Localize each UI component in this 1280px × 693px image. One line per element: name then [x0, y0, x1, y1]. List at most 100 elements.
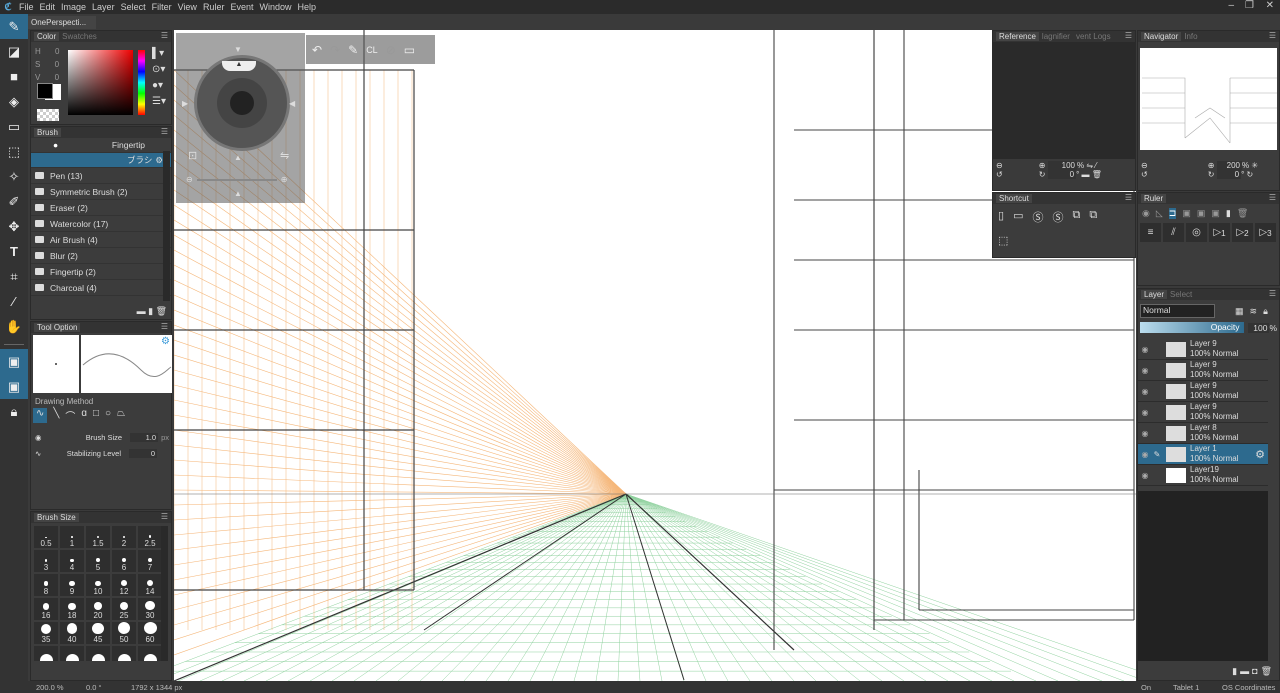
brush-size-option[interactable]: 45: [86, 622, 110, 644]
brush-size-option[interactable]: 12: [112, 574, 136, 596]
opacity-input[interactable]: 100: [1248, 323, 1270, 333]
paste-icon[interactable]: ⧉: [1089, 209, 1097, 225]
radial-ruler-icon[interactable]: ⫽: [1163, 223, 1184, 242]
brush-folder[interactable]: Pen (13): [31, 168, 171, 184]
redo-icon[interactable]: ↷: [330, 43, 340, 57]
panel-menu-icon[interactable]: ☰: [1125, 31, 1132, 40]
menu-item-help[interactable]: Help: [294, 2, 319, 12]
eraser-tool-icon[interactable]: ◪: [0, 39, 28, 64]
zoom-in-icon[interactable]: ⊕: [1208, 161, 1215, 170]
scroll-down-icon[interactable]: ▲: [234, 153, 242, 162]
brush-item-fingertip[interactable]: ●Fingertip: [31, 138, 171, 153]
transparent-color-swatch[interactable]: [37, 109, 59, 121]
menu-item-image[interactable]: Image: [58, 2, 89, 12]
brush-scrollbar[interactable]: [163, 151, 170, 301]
panel-menu-icon[interactable]: ☰: [161, 31, 168, 40]
rotate-right-icon[interactable]: ↻: [1039, 170, 1046, 179]
menu-item-event[interactable]: Event: [227, 2, 256, 12]
opacity-slider[interactable]: Opacity: [1140, 322, 1244, 333]
scroll-left-icon[interactable]: ▶: [182, 99, 188, 108]
tab-layer[interactable]: Layer: [1141, 290, 1167, 299]
brush-size-option[interactable]: 14: [138, 574, 162, 596]
visibility-eye-icon[interactable]: ◉: [1138, 429, 1152, 438]
snap-icon[interactable]: ▣: [0, 349, 28, 374]
brush-folder[interactable]: Blur (2): [31, 248, 171, 264]
brush-size-option[interactable]: 40: [60, 622, 84, 644]
panel-menu-icon[interactable]: ☰: [1269, 193, 1276, 202]
tab-magnifier[interactable]: lagnifier: [1039, 32, 1073, 41]
panel-menu-icon[interactable]: ☰: [1125, 193, 1132, 202]
minimize-button[interactable]: –: [1228, 0, 1234, 11]
menu-item-layer[interactable]: Layer: [89, 2, 118, 12]
open-folder-icon[interactable]: ▬: [1082, 170, 1090, 179]
brush-size-option[interactable]: 6: [112, 550, 136, 572]
close-window-button[interactable]: ✕: [1266, 0, 1274, 11]
navigator-zoom-input[interactable]: 200: [1217, 161, 1242, 170]
brush-folder[interactable]: Charcoal (4): [31, 280, 171, 296]
delete-icon[interactable]: 🗑︎: [1092, 170, 1102, 179]
hue-slider[interactable]: [138, 50, 145, 115]
scroll-up-icon[interactable]: ▼: [234, 45, 242, 54]
brush-size-scrollbar[interactable]: [161, 526, 168, 661]
brush-size-option[interactable]: [34, 646, 58, 661]
gradient-tool-icon[interactable]: ▭: [0, 114, 28, 139]
flip-icon[interactable]: ⇋: [280, 149, 289, 162]
brush-size-option[interactable]: 25: [112, 598, 136, 620]
select-all-icon[interactable]: ⬚: [998, 234, 1008, 247]
polygon-icon[interactable]: ⏢: [117, 408, 125, 423]
collapse-icon[interactable]: ▲: [234, 189, 242, 198]
lock-icon[interactable]: 🔒︎: [1263, 306, 1274, 316]
eyedropper-icon[interactable]: ⁄: [0, 289, 28, 314]
snap-ruler-icon[interactable]: ⊐: [1169, 208, 1177, 219]
polyline-icon[interactable]: ɑ: [81, 408, 87, 423]
copy-icon[interactable]: ⧉: [1072, 209, 1080, 225]
layer-row[interactable]: ◉Layer 9100% Normal: [1138, 381, 1268, 402]
perspective-3-icon[interactable]: ▣: [1211, 208, 1220, 219]
layer-row[interactable]: ◉✎Layer 1100% Normal⚙: [1138, 444, 1268, 465]
menu-item-window[interactable]: Window: [256, 2, 294, 12]
delete-ruler-icon[interactable]: 🗑︎: [1237, 208, 1248, 219]
rectangle-icon[interactable]: □: [93, 408, 99, 423]
freehand-icon[interactable]: ∿: [33, 408, 47, 423]
crop-tool-icon[interactable]: ⌗: [0, 264, 28, 289]
new-layer-icon[interactable]: ▮: [1232, 666, 1240, 676]
rotate-right-icon[interactable]: ↻: [1208, 170, 1215, 179]
delete-layer-icon[interactable]: 🗑︎: [1261, 666, 1275, 676]
brush-size-option[interactable]: [86, 646, 110, 661]
document-tab[interactable]: OnePerspecti... ✕: [28, 16, 96, 29]
visibility-eye-icon[interactable]: ◉: [1138, 450, 1152, 459]
zoom-slider[interactable]: ⊖⊕: [186, 175, 296, 183]
brush-folder[interactable]: Symmetric Brush (2): [31, 184, 171, 200]
gear-icon[interactable]: ⚙: [161, 336, 170, 347]
eyedropper-icon[interactable]: ⁄: [1095, 161, 1096, 170]
navigator-angle-input[interactable]: 0: [1217, 170, 1241, 179]
menu-item-edit[interactable]: Edit: [37, 2, 59, 12]
visibility-eye-icon[interactable]: ◉: [1138, 345, 1152, 354]
fill-tool-icon[interactable]: ◈: [0, 89, 28, 114]
brush-size-option[interactable]: 2: [112, 526, 136, 548]
brush-size-option[interactable]: [112, 646, 136, 661]
s-value[interactable]: 0: [55, 60, 59, 69]
brush-size-option[interactable]: 4: [60, 550, 84, 572]
magic-wand-icon[interactable]: ✧: [0, 164, 28, 189]
brush-size-option[interactable]: 16: [34, 598, 58, 620]
delete-brush-icon[interactable]: 🗑︎: [156, 306, 167, 316]
tab-navigator[interactable]: Navigator: [1141, 32, 1181, 41]
brush-size-option[interactable]: 9: [60, 574, 84, 596]
brush-folder[interactable]: Fingertip (2): [31, 264, 171, 280]
move-tool-icon[interactable]: ✥: [0, 214, 28, 239]
reference-angle-input[interactable]: 0: [1048, 170, 1076, 179]
clipping-icon[interactable]: ≋: [1250, 306, 1264, 316]
clear-icon[interactable]: CL: [366, 45, 378, 55]
zoom-out-icon[interactable]: ⊖: [1141, 161, 1148, 170]
curve-icon[interactable]: ⌒: [65, 408, 75, 423]
layer-row[interactable]: ◉Layer 9100% Normal: [1138, 360, 1268, 381]
layer-row[interactable]: ◉Layer 8100% Normal: [1138, 423, 1268, 444]
brush-size-option[interactable]: 3: [34, 550, 58, 572]
new-folder-icon[interactable]: ▬: [1240, 666, 1252, 676]
layer-row[interactable]: ◉Layer19100% Normal: [1138, 465, 1268, 486]
gear-icon[interactable]: ⚙: [155, 155, 163, 166]
fit-icon[interactable]: ✳: [1251, 161, 1258, 170]
select-tool-icon[interactable]: ⬚: [0, 139, 28, 164]
brush-size-option[interactable]: 0.5: [34, 526, 58, 548]
